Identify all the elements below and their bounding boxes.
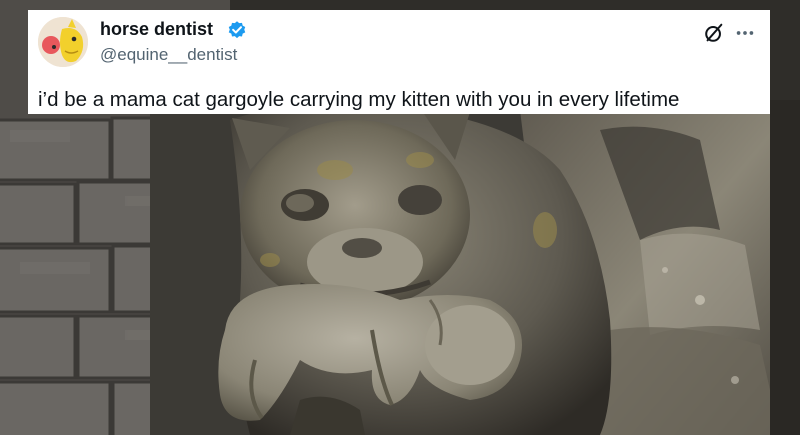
verified-badge-icon <box>228 21 246 39</box>
display-name[interactable]: horse dentist <box>100 19 213 40</box>
tweet-text: i’d be a mama cat gargoyle carrying my k… <box>38 88 680 111</box>
avatar[interactable] <box>38 17 88 67</box>
horse-avatar-icon <box>38 17 88 67</box>
more-options-icon[interactable] <box>734 23 756 43</box>
tweet-card: horse dentist @equine__dentist i’d be a … <box>28 10 770 114</box>
handle[interactable]: @equine__dentist <box>100 45 237 65</box>
grok-icon[interactable] <box>703 22 725 44</box>
